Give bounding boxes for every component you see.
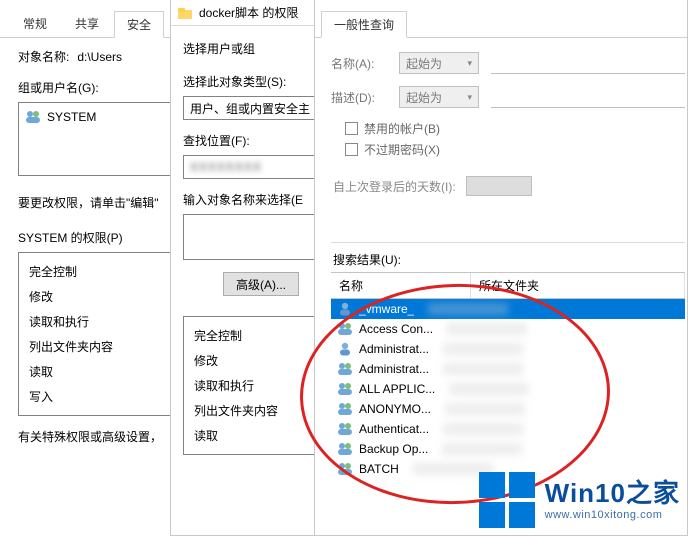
chevron-down-icon: ▾ — [467, 58, 472, 69]
divider — [331, 242, 685, 243]
search-panel: 一般性查询 名称(A): 起始为 ▾ 描述(D): 起始为 ▾ 禁用的帐户(B)… — [314, 0, 688, 536]
result-folder — [445, 403, 525, 415]
search-tabs: 一般性查询 — [315, 0, 687, 38]
group-icon — [337, 421, 353, 437]
result-name: ANONYMO... — [359, 402, 431, 416]
name-label: 名称(A): — [331, 55, 387, 72]
result-name: Backup Op... — [359, 442, 428, 456]
result-name: Administrat... — [359, 342, 429, 356]
desc-match-combo[interactable]: 起始为 ▾ — [399, 86, 479, 108]
result-folder — [443, 423, 523, 435]
perm-row: 完全控制 — [194, 323, 328, 348]
user-icon — [337, 301, 353, 317]
object-type-value: 用户、组或内置安全主 — [190, 100, 310, 117]
disabled-accounts-checkbox[interactable] — [345, 122, 358, 135]
name-match-combo[interactable]: 起始为 ▾ — [399, 52, 479, 74]
chevron-down-icon: ▾ — [467, 92, 472, 103]
result-row[interactable]: Administrat... — [331, 339, 685, 359]
disabled-accounts-label: 禁用的帐户(B) — [364, 120, 440, 137]
result-folder — [428, 303, 508, 315]
name-input[interactable] — [491, 52, 685, 74]
combo-value: 起始为 — [406, 55, 442, 72]
result-row[interactable]: Backup Op... — [331, 439, 685, 459]
group-icon — [337, 321, 353, 337]
result-folder — [442, 443, 522, 455]
result-name: Access Con... — [359, 322, 433, 336]
perm-row: 修改 — [194, 348, 328, 373]
object-name-label: 对象名称: — [18, 48, 69, 65]
days-since-login-label: 自上次登录后的天数(I): — [333, 178, 456, 195]
group-icon — [337, 401, 353, 417]
results-header: 名称 所在文件夹 — [331, 272, 685, 299]
tab-share[interactable]: 共享 — [62, 10, 112, 37]
location-value: XXXXXXXX — [190, 160, 262, 174]
result-row[interactable]: ALL APPLIC... — [331, 379, 685, 399]
list-item-label: SYSTEM — [47, 110, 96, 124]
tab-security[interactable]: 安全 — [114, 11, 164, 38]
advanced-button[interactable]: 高级(A)... — [223, 272, 299, 296]
column-name[interactable]: 名称 — [331, 273, 471, 298]
tab-general-query[interactable]: 一般性查询 — [321, 11, 407, 38]
result-folder — [443, 363, 523, 375]
tab-general[interactable]: 常规 — [10, 10, 60, 37]
days-since-login-combo[interactable] — [466, 176, 532, 196]
result-folder — [449, 383, 529, 395]
results-list[interactable]: _vmware_ Access Con... Administrat... Admin… — [331, 299, 685, 479]
result-folder — [447, 323, 527, 335]
no-expire-checkbox[interactable] — [345, 143, 358, 156]
result-name: _vmware_ — [359, 302, 414, 316]
user-icon — [337, 341, 353, 357]
group-icon — [25, 109, 41, 125]
desc-input[interactable] — [491, 86, 685, 108]
group-icon — [337, 461, 353, 477]
group-icon — [337, 361, 353, 377]
group-icon — [337, 441, 353, 457]
column-folder[interactable]: 所在文件夹 — [471, 273, 685, 298]
result-name: Authenticat... — [359, 422, 429, 436]
result-folder — [413, 463, 493, 475]
result-row[interactable]: Authenticat... — [331, 419, 685, 439]
result-row[interactable]: Administrat... — [331, 359, 685, 379]
select-dialog-title-text: docker脚本 的权限 — [199, 4, 298, 21]
group-icon — [337, 381, 353, 397]
desc-label: 描述(D): — [331, 89, 387, 106]
no-expire-label: 不过期密码(X) — [364, 141, 440, 158]
result-name: ALL APPLIC... — [359, 382, 435, 396]
combo-value: 起始为 — [406, 89, 442, 106]
result-name: Administrat... — [359, 362, 429, 376]
result-row[interactable]: BATCH — [331, 459, 685, 479]
results-label: 搜索结果(U): — [333, 251, 685, 268]
folder-icon — [177, 5, 193, 21]
perm-row: 列出文件夹内容 — [194, 398, 328, 423]
result-row[interactable]: ANONYMO... — [331, 399, 685, 419]
result-row[interactable]: _vmware_ — [331, 299, 685, 319]
result-name: BATCH — [359, 462, 399, 476]
result-row[interactable]: Access Con... — [331, 319, 685, 339]
perm-row: 读取和执行 — [194, 373, 328, 398]
perm-row: 读取 — [194, 423, 328, 448]
result-folder — [443, 343, 523, 355]
object-name-value: d:\Users — [77, 50, 122, 64]
